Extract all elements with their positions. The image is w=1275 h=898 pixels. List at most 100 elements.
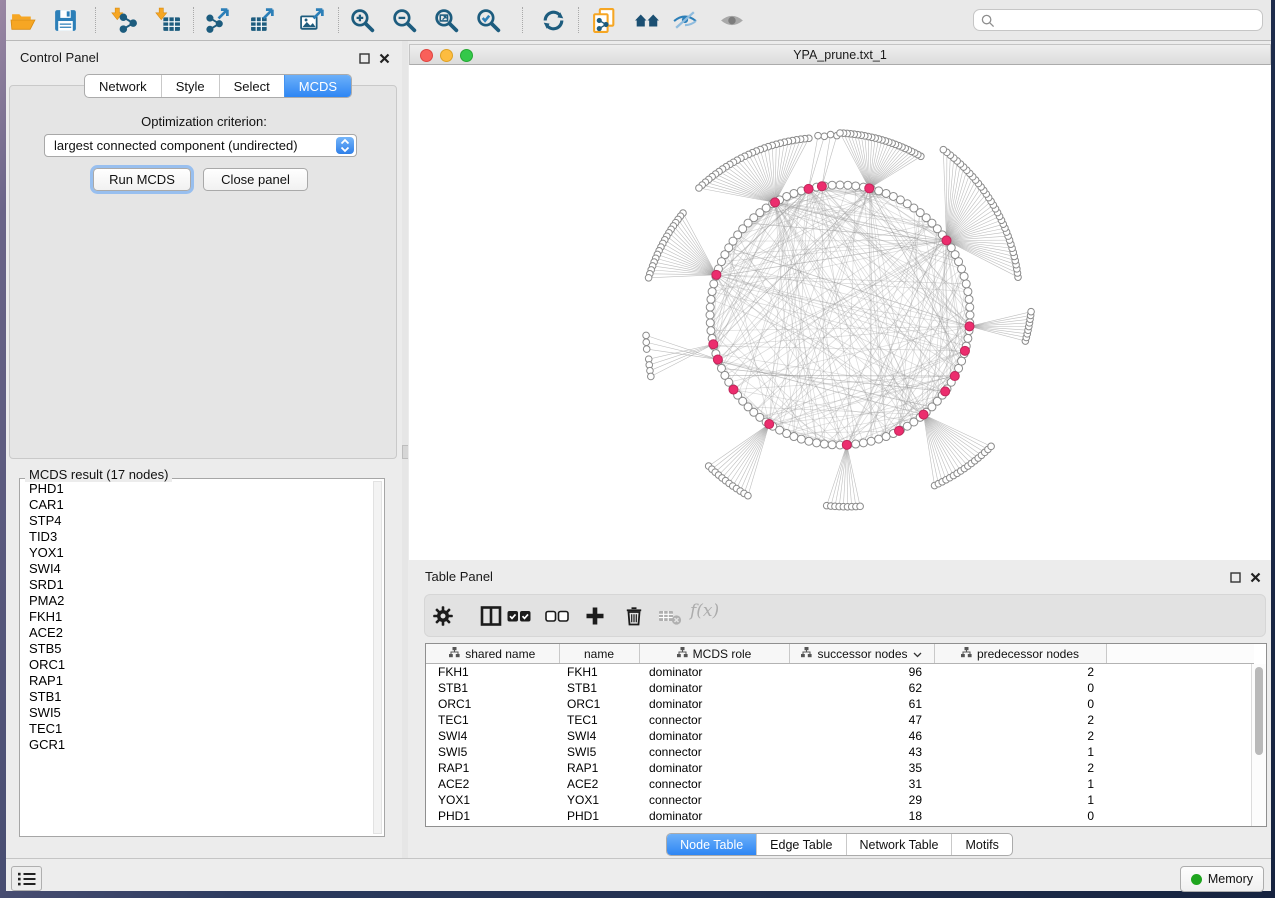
table-cell[interactable]: 43 [789,744,934,760]
zoom-in-icon[interactable] [349,7,376,34]
network-node[interactable] [857,503,864,510]
mcds-result-item[interactable]: TID3 [22,529,371,545]
network-node[interactable] [815,132,822,139]
table-cell[interactable]: 0 [934,696,1106,712]
task-history-button[interactable] [11,866,42,891]
network-hub-node[interactable] [729,385,738,394]
network-canvas[interactable] [409,65,1271,560]
network-node[interactable] [710,280,718,288]
refresh-network-icon[interactable] [540,7,567,34]
table-cell[interactable]: 0 [934,808,1106,824]
network-node[interactable] [708,288,716,296]
export-image-icon[interactable] [299,7,326,34]
network-node[interactable] [790,433,798,441]
table-row[interactable]: STB1STB1dominator620 [426,680,1254,696]
network-window-titlebar[interactable]: YPA_prune.txt_1 [409,44,1271,65]
open-session-icon[interactable] [10,7,37,34]
table-cell[interactable]: 18 [789,808,934,824]
table-cell[interactable]: 61 [789,696,934,712]
network-node[interactable] [867,437,875,445]
network-graph[interactable] [409,65,1271,560]
network-hub-node[interactable] [771,198,780,207]
table-cell[interactable]: 31 [789,776,934,792]
network-node[interactable] [797,435,805,443]
network-hub-node[interactable] [804,184,813,193]
network-hub-node[interactable] [895,426,904,435]
window-close-button[interactable] [420,49,433,62]
network-node[interactable] [940,146,947,153]
network-node[interactable] [852,440,860,448]
table-tab-motifs[interactable]: Motifs [951,834,1011,855]
import-network-icon[interactable] [110,7,137,34]
column-header-predecessor-nodes[interactable]: predecessor nodes [934,644,1106,664]
sort-caret-icon[interactable] [913,647,922,661]
table-cell[interactable]: 35 [789,760,934,776]
table-cell[interactable]: 1 [934,792,1106,808]
mcds-result-item[interactable]: PMA2 [22,593,371,609]
table-tab-node-table[interactable]: Node Table [667,834,756,855]
table-cell[interactable]: 2 [934,712,1106,728]
table-cell[interactable]: dominator [639,696,789,712]
table-cell[interactable]: connector [639,712,789,728]
table-scrollbar-thumb[interactable] [1255,667,1263,755]
network-node[interactable] [966,311,974,319]
network-hub-node[interactable] [709,340,718,349]
table-cell[interactable]: STB1 [559,680,639,696]
table-row[interactable]: PHD1PHD1dominator180 [426,808,1254,824]
network-node[interactable] [988,443,995,450]
add-column-icon[interactable] [582,603,608,629]
table-cell[interactable]: dominator [639,728,789,744]
network-node[interactable] [828,441,836,449]
network-node[interactable] [837,130,844,137]
mcds-result-item[interactable]: FKH1 [22,609,371,625]
network-node[interactable] [964,288,972,296]
close-table-panel-icon[interactable] [1250,570,1261,588]
network-node[interactable] [827,131,834,138]
network-node[interactable] [643,346,650,353]
network-node[interactable] [882,189,890,197]
network-node[interactable] [966,303,974,311]
first-neighbors-icon[interactable] [634,7,661,34]
search-input[interactable] [1000,11,1259,31]
mcds-result-item[interactable]: CAR1 [22,497,371,513]
table-cell[interactable]: 1 [934,776,1106,792]
network-node[interactable] [962,280,970,288]
table-cell[interactable]: TEC1 [559,712,639,728]
table-row[interactable]: ACE2ACE2connector311 [426,776,1254,792]
float-table-panel-icon[interactable] [1230,570,1241,588]
network-node[interactable] [643,332,650,339]
tab-network[interactable]: Network [85,75,161,97]
tab-mcds[interactable]: MCDS [284,75,351,97]
column-header-name[interactable]: name [559,644,639,664]
network-node[interactable] [745,492,752,499]
table-cell[interactable]: TEC1 [426,712,559,728]
mcds-result-item[interactable]: SRD1 [22,577,371,593]
mcds-result-item[interactable]: ORC1 [22,657,371,673]
table-cell[interactable]: 46 [789,728,934,744]
table-cell[interactable]: dominator [639,680,789,696]
window-minimize-button[interactable] [440,49,453,62]
duplicate-network-icon[interactable] [591,7,618,34]
mcds-result-item[interactable]: STB1 [22,689,371,705]
network-hub-node[interactable] [712,270,721,279]
delete-column-icon[interactable] [621,603,647,629]
table-cell[interactable]: SWI5 [426,744,559,760]
hide-selected-icon[interactable] [672,7,699,34]
zoom-out-icon[interactable] [391,7,418,34]
network-node[interactable] [859,439,867,447]
table-scrollbar[interactable] [1251,664,1266,826]
network-hub-node[interactable] [817,182,826,191]
network-node[interactable] [707,327,715,335]
table-row[interactable]: TEC1TEC1connector472 [426,712,1254,728]
table-row[interactable]: SWI4SWI4dominator462 [426,728,1254,744]
mcds-result-item[interactable]: STP4 [22,513,371,529]
run-mcds-button[interactable]: Run MCDS [93,168,191,191]
table-cell[interactable]: dominator [639,664,789,681]
table-cell[interactable]: RAP1 [559,760,639,776]
zoom-selected-icon[interactable] [475,7,502,34]
table-cell[interactable]: 2 [934,664,1106,681]
network-hub-node[interactable] [965,322,974,331]
network-node[interactable] [958,357,966,365]
criterion-select[interactable]: largest connected component (undirected) [44,134,357,157]
tab-style[interactable]: Style [161,75,219,97]
